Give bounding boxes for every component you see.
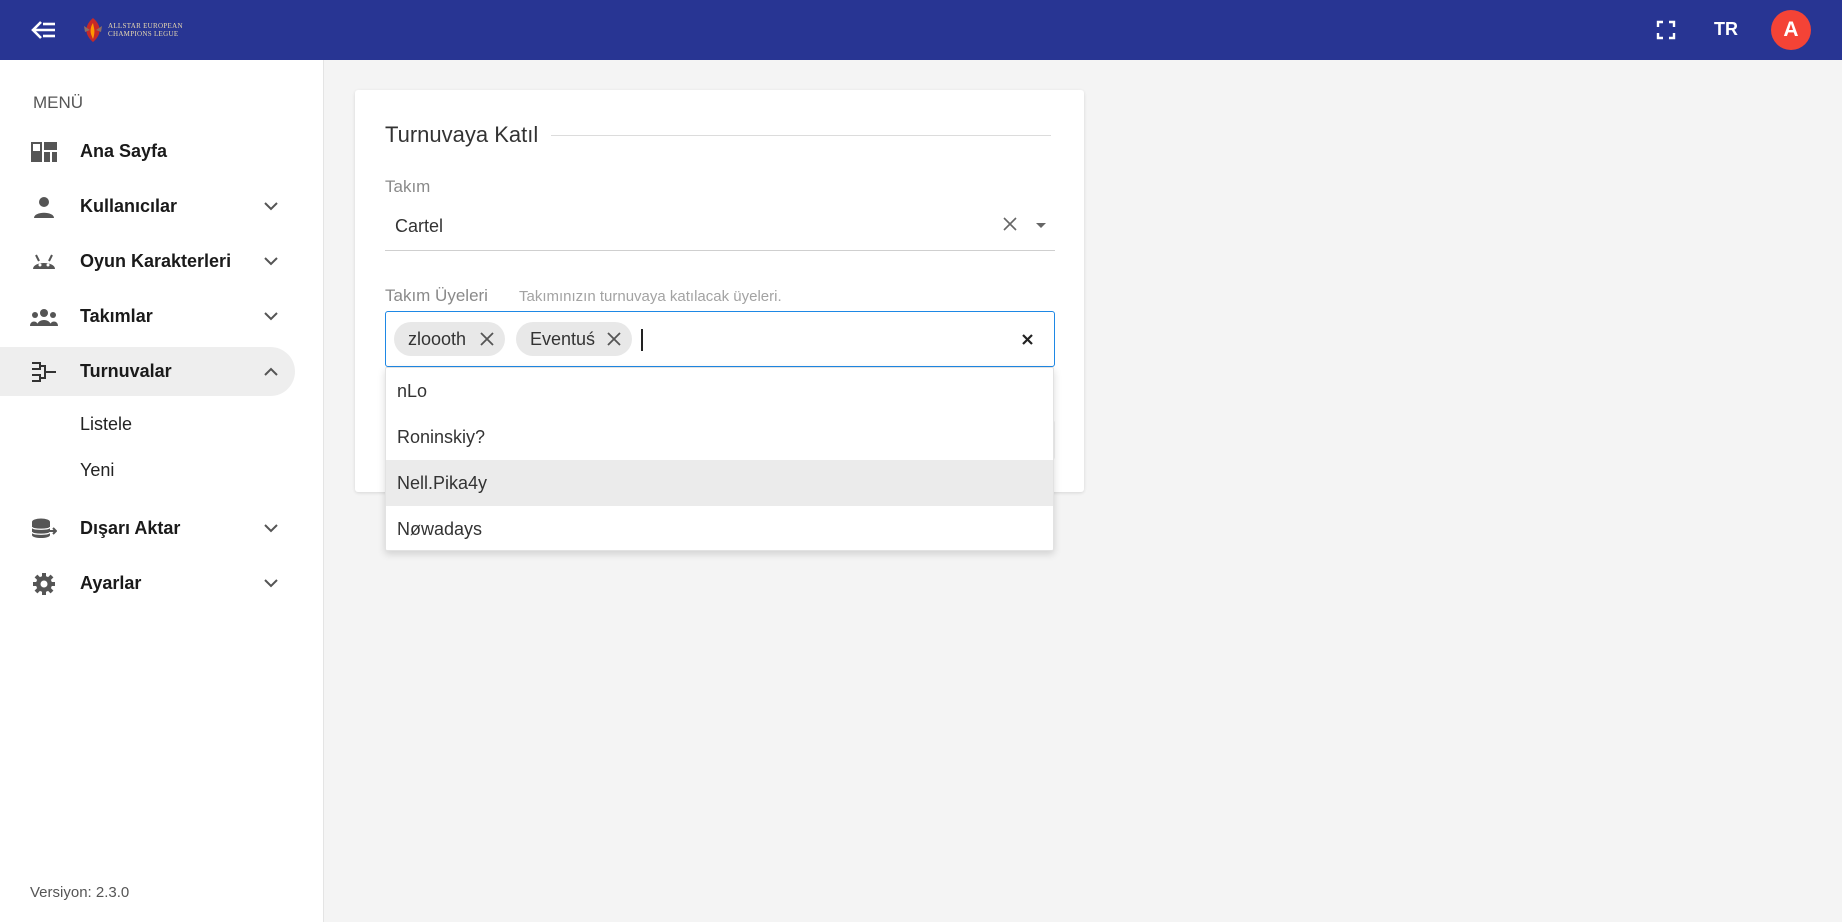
sidebar-item-label: Oyun Karakterleri <box>80 251 232 271</box>
chevron-down-icon <box>260 518 282 540</box>
team-field-label: Takım <box>385 177 431 196</box>
dropdown-option[interactable]: Roninskiy? <box>386 414 1053 460</box>
collapse-menu-button[interactable] <box>26 14 62 46</box>
fullscreen-button[interactable] <box>1652 18 1680 42</box>
android-icon <box>30 248 58 276</box>
arrow-collapse-left-icon <box>31 21 55 39</box>
member-chip-label: Eventuś <box>530 328 596 349</box>
brand-logo[interactable]: ALLSTAR EUROPEAN CHAMPIONS LEGUE <box>82 14 183 46</box>
sidebar-item-label: Kullanıcılar <box>80 196 178 216</box>
tournament-bracket-icon <box>30 358 58 386</box>
members-options-dropdown: nLo Roninskiy? Nell.Pika4y Nøwadays <box>385 367 1054 551</box>
user-avatar[interactable]: A <box>1771 10 1811 50</box>
members-tag-input[interactable]: zloooth Eventuś <box>385 311 1055 367</box>
menu-heading: MENÜ <box>33 93 84 112</box>
members-clear-button[interactable] <box>1016 328 1038 350</box>
chevron-down-icon <box>260 251 282 273</box>
sidebar-subitem-new[interactable]: Yeni <box>80 460 114 481</box>
database-export-icon <box>30 515 58 543</box>
chevron-up-icon <box>260 361 282 383</box>
logo-text-line-1: ALLSTAR EUROPEAN <box>108 22 183 30</box>
card-title: Turnuvaya Katıl <box>385 122 539 147</box>
sidebar-item-label: Ana Sayfa <box>80 141 168 161</box>
fullscreen-icon <box>1656 20 1676 40</box>
sidebar-item-label: Turnuvalar <box>80 361 172 381</box>
sidebar-item-tournaments[interactable]: Turnuvalar <box>0 347 295 396</box>
member-chip-label: zloooth <box>408 328 467 349</box>
sidebar-item-label: Takımlar <box>80 306 153 326</box>
caret-down-icon <box>1036 222 1046 228</box>
app-version: Versiyon: 2.3.0 <box>30 884 130 901</box>
text-caret <box>641 329 643 351</box>
sidebar-item-settings[interactable]: Ayarlar <box>0 559 295 608</box>
sidebar-item-teams[interactable]: Takımlar <box>0 292 295 341</box>
chip-remove-icon[interactable] <box>479 331 495 347</box>
team-select-underline <box>385 250 1055 251</box>
gear-icon <box>30 570 58 598</box>
sidebar-item-users[interactable]: Kullanıcılar <box>0 182 295 231</box>
chip-remove-icon[interactable] <box>606 331 622 347</box>
members-field-label: Takım Üyeleri <box>385 286 488 305</box>
dropdown-option[interactable]: Nøwadays <box>386 506 1053 552</box>
team-clear-button[interactable] <box>1000 214 1020 234</box>
top-app-bar: ALLSTAR EUROPEAN CHAMPIONS LEGUE TR A <box>0 0 1842 60</box>
phoenix-logo-icon <box>84 18 102 42</box>
team-select-value[interactable]: Cartel <box>395 216 443 237</box>
dashboard-icon <box>30 138 58 166</box>
members-field-hint: Takımınızın turnuvaya katılacak üyeleri. <box>519 288 782 305</box>
sidebar-item-label: Dışarı Aktar <box>80 518 181 538</box>
team-dropdown-button[interactable] <box>1032 216 1050 234</box>
close-icon <box>1003 217 1017 231</box>
dropdown-option[interactable]: Nell.Pika4y <box>386 460 1053 506</box>
sidebar-item-game-characters[interactable]: Oyun Karakterleri <box>0 237 295 286</box>
sidebar-item-dashboard[interactable]: Ana Sayfa <box>0 127 295 176</box>
close-icon <box>1021 333 1033 345</box>
sidebar-item-export[interactable]: Dışarı Aktar <box>0 504 295 553</box>
member-chip[interactable]: Eventuś <box>516 322 632 356</box>
person-icon <box>30 193 58 221</box>
sidebar-item-label: Ayarlar <box>80 573 142 593</box>
title-divider <box>551 135 1051 136</box>
dropdown-option[interactable]: nLo <box>386 368 1053 414</box>
chevron-down-icon <box>260 573 282 595</box>
logo-text-line-2: CHAMPIONS LEGUE <box>108 30 179 38</box>
sidebar-subitem-list[interactable]: Listele <box>80 414 132 435</box>
chevron-down-icon <box>260 306 282 328</box>
group-icon <box>30 303 58 331</box>
chevron-down-icon <box>260 196 282 218</box>
language-selector[interactable]: TR <box>1714 19 1738 40</box>
member-chip[interactable]: zloooth <box>394 322 505 356</box>
sidebar: MENÜ Ana Sayfa Kullanıcılar Oyun Karakte… <box>0 60 324 922</box>
